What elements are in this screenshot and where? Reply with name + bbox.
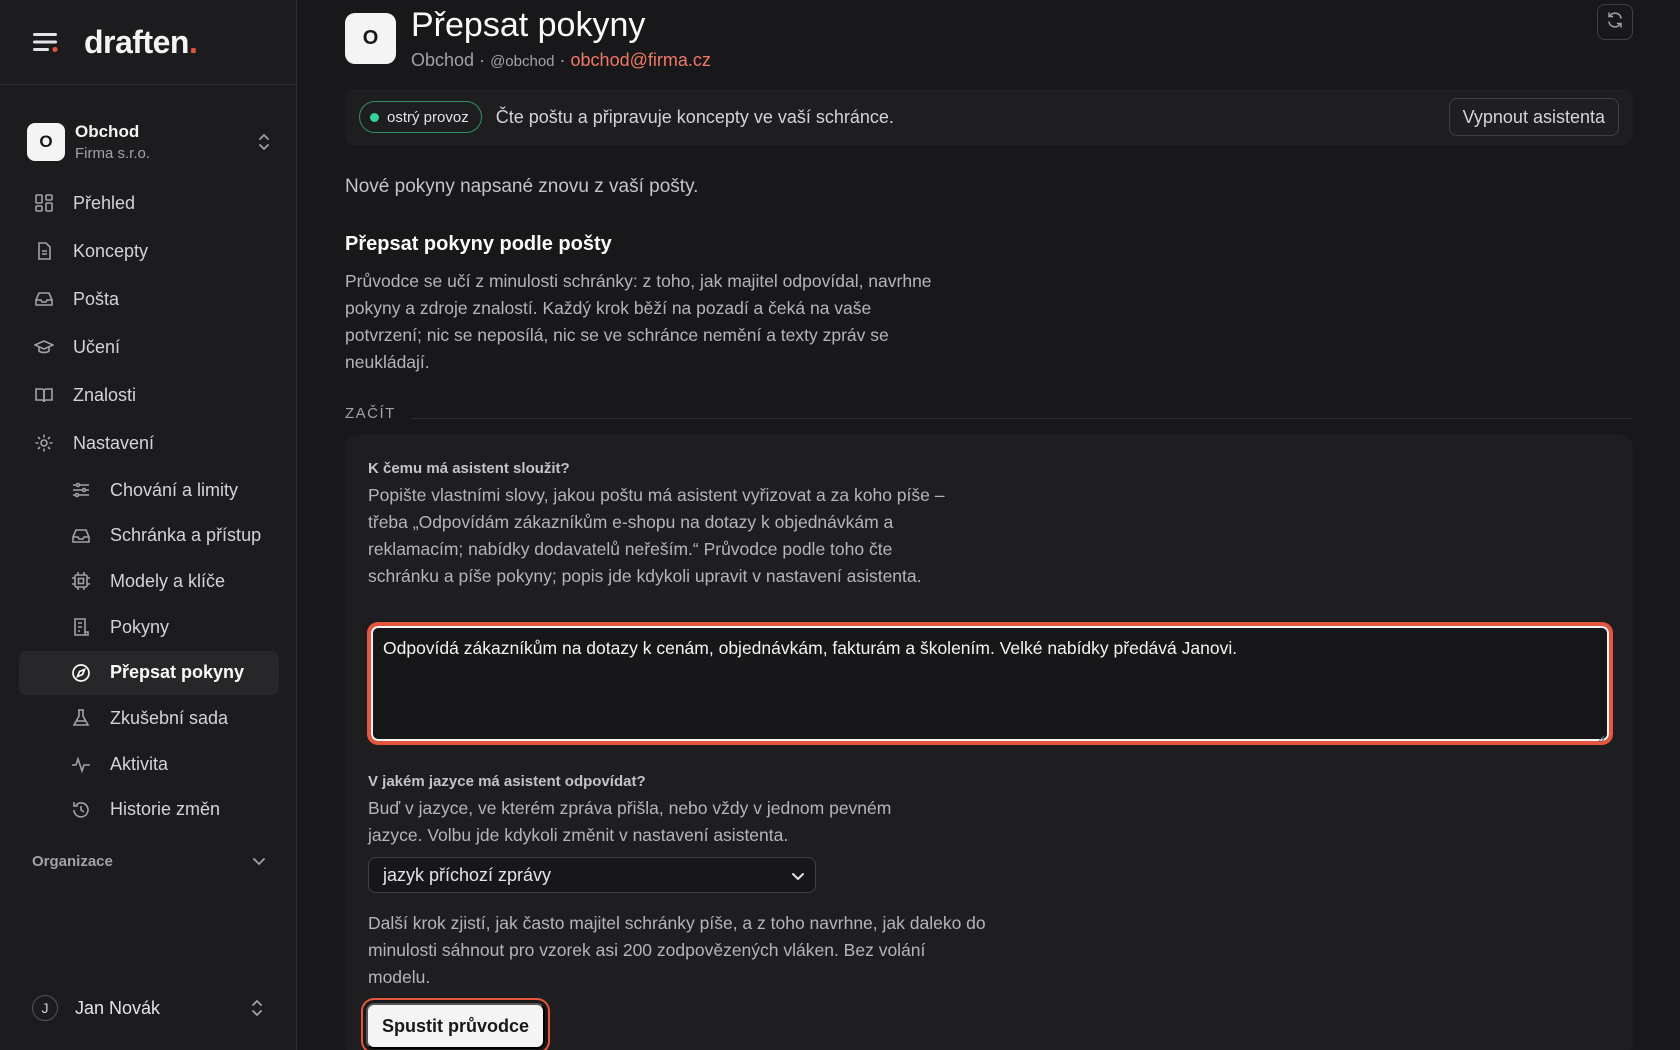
assistant-status-bar: ostrý provoz Čte poštu a připravuje konc…	[345, 89, 1633, 145]
book-icon	[33, 384, 55, 406]
activity-icon	[70, 753, 92, 775]
sidebar-item-posta[interactable]: Pošta	[19, 276, 279, 322]
sidebar-item-zkusebni-sada[interactable]: Zkušební sada	[19, 696, 279, 740]
instructions-icon	[70, 616, 92, 638]
mailbox-handle: @obchod	[490, 53, 555, 70]
sidebar-item-label: Učení	[73, 336, 121, 357]
sidebar-item-label: Historie změn	[110, 799, 221, 820]
document-icon	[33, 240, 55, 262]
account-name: Obchod	[75, 122, 140, 141]
page-intro: Nové pokyny napsané znovu z vaší pošty.	[345, 176, 699, 197]
sidebar-item-uceni[interactable]: Učení	[19, 324, 279, 370]
purpose-textarea[interactable]: Odpovídá zákazníkům na dotazy k cenám, o…	[368, 623, 1612, 744]
mailbox-avatar: O	[345, 13, 396, 64]
sidebar-item-aktivita[interactable]: Aktivita	[19, 742, 279, 786]
start-wizard-button[interactable]: Spustit průvodce	[366, 1003, 546, 1049]
status-text: Čte poštu a připravuje koncepty ve vaší …	[495, 106, 894, 127]
sidebar-item-label: Zkušební sada	[110, 707, 229, 728]
language-select-value: jazyk příchozí zprávy	[383, 864, 552, 885]
sidebar-item-schranka-a-pristup[interactable]: Schránka a přístup	[19, 514, 279, 558]
dashboard-icon	[33, 192, 55, 214]
brand-bar: draften.	[0, 0, 296, 85]
purpose-label: K čemu má asistent sloužit?	[368, 460, 570, 477]
sidebar-item-koncepty[interactable]: Koncepty	[19, 228, 279, 274]
page-header: O Přepsat pokyny Obchod · @obchod · obch…	[345, 4, 711, 71]
chevron-down-icon	[252, 853, 266, 870]
history-icon	[70, 799, 92, 821]
sidebar-item-prehled[interactable]: Přehled	[19, 180, 279, 226]
status-badge: ostrý provoz	[359, 101, 482, 133]
page-title: Přepsat pokyny	[411, 6, 646, 44]
refresh-icon	[1606, 11, 1624, 34]
divider-label: ZAČÍT	[345, 405, 396, 422]
wizard-card: K čemu má asistent sloužit? Popište vlas…	[345, 435, 1633, 1050]
language-description: Buď v jazyce, ve kterém zpráva přišla, n…	[368, 798, 892, 845]
compass-icon	[70, 662, 92, 684]
language-label: V jakém jazyce má asistent odpovídat?	[368, 773, 646, 790]
sidebar-item-label: Pošta	[73, 288, 120, 309]
sidebar-item-label: Přehled	[73, 192, 136, 213]
user-avatar: J	[32, 995, 58, 1021]
sidebar: draften. O Obchod Firma s.r.o. Přehled K…	[0, 0, 297, 1050]
mailbox-email[interactable]: obchod@firma.cz	[571, 50, 711, 70]
sidebar-item-label: Pokyny	[110, 616, 170, 637]
section-title: Přepsat pokyny podle pošty	[345, 233, 612, 255]
user-name: Jan Novák	[75, 997, 161, 1018]
account-switcher[interactable]: O Obchod Firma s.r.o.	[27, 116, 273, 168]
graduation-cap-icon	[33, 336, 55, 358]
resize-handle-icon[interactable]	[1595, 727, 1605, 743]
sidebar-item-label: Nastavení	[73, 432, 155, 453]
chevron-down-icon	[791, 865, 805, 886]
sidebar-item-label: Chování a limity	[110, 479, 239, 500]
purpose-description: Popište vlastními slovy, jakou poštu má …	[368, 485, 945, 586]
chevron-up-down-icon	[255, 131, 273, 153]
sidebar-nav: Přehled Koncepty Pošta Učení Znalosti Na…	[19, 180, 279, 834]
disable-assistant-button[interactable]: Vypnout asistenta	[1448, 98, 1619, 136]
inbox-icon	[33, 288, 55, 310]
logo: draften.	[84, 23, 198, 60]
sidebar-item-label: Koncepty	[73, 240, 149, 261]
chevron-up-down-icon	[248, 997, 266, 1019]
live-dot-icon	[370, 112, 379, 122]
sliders-icon	[70, 479, 92, 501]
purpose-value: Odpovídá zákazníkům na dotazy k cenám, o…	[383, 638, 1238, 658]
chip-icon	[70, 570, 92, 592]
mailbox-name: Obchod	[411, 50, 475, 70]
user-menu[interactable]: J Jan Novák	[32, 994, 266, 1022]
flask-icon	[70, 707, 92, 729]
account-avatar: O	[27, 123, 65, 161]
inbox-icon	[70, 525, 92, 547]
menu-icon[interactable]	[32, 30, 60, 54]
language-select[interactable]: jazyk příchozí zprávy	[368, 857, 816, 893]
divider	[411, 418, 1633, 419]
sidebar-item-nastaveni[interactable]: Nastavení	[19, 420, 279, 466]
account-company: Firma s.r.o.	[75, 145, 151, 162]
next-step-note: Další krok zjistí, jak často majitel sch…	[368, 913, 986, 987]
sidebar-item-modely-a-klice[interactable]: Modely a klíče	[19, 559, 279, 603]
organization-label: Organizace	[32, 853, 113, 870]
sidebar-item-label: Přepsat pokyny	[110, 662, 245, 683]
sidebar-item-label: Schránka a přístup	[110, 525, 262, 546]
sidebar-item-label: Modely a klíče	[110, 570, 226, 591]
refresh-button[interactable]	[1597, 4, 1633, 40]
organization-toggle[interactable]: Organizace	[32, 853, 266, 870]
section-description: Průvodce se učí z minulosti schránky: z …	[345, 271, 932, 372]
sidebar-item-label: Aktivita	[110, 753, 169, 774]
sidebar-item-pokyny[interactable]: Pokyny	[19, 605, 279, 649]
sidebar-item-label: Znalosti	[73, 384, 137, 405]
sidebar-item-historie-zmen[interactable]: Historie změn	[19, 788, 279, 832]
gear-icon	[33, 432, 55, 454]
sidebar-item-znalosti[interactable]: Znalosti	[19, 372, 279, 418]
sidebar-item-chovani-a-limity[interactable]: Chování a limity	[19, 468, 279, 512]
mailbox-meta: Obchod · @obchod · obchod@firma.cz	[411, 50, 711, 70]
sidebar-item-prepsat-pokyny[interactable]: Přepsat pokyny	[19, 650, 279, 695]
